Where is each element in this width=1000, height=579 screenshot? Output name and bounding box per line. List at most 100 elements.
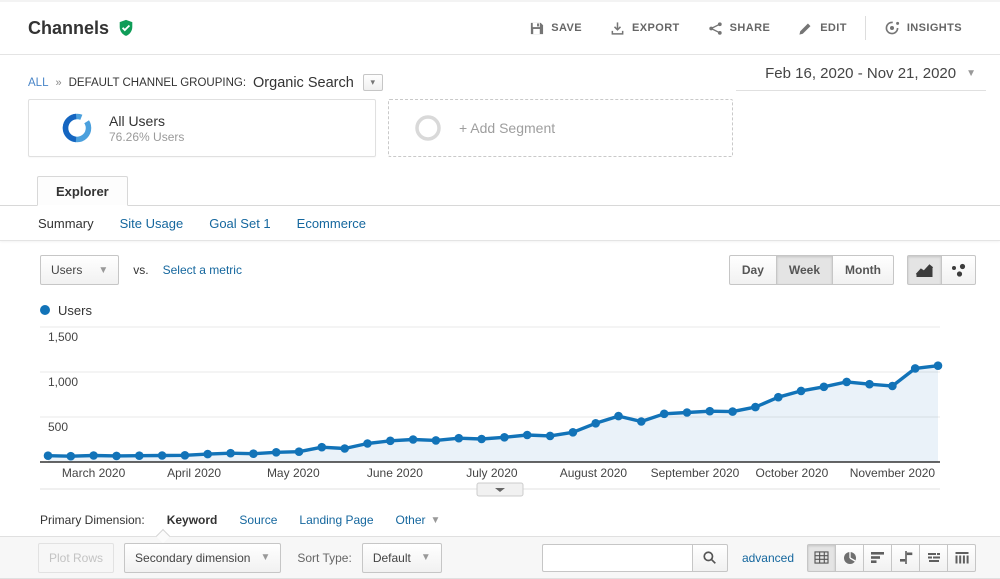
export-icon bbox=[610, 21, 625, 36]
edit-label: EDIT bbox=[820, 22, 847, 34]
metric-selector-dropdown[interactable]: Users ▼ bbox=[40, 255, 119, 285]
svg-text:May 2020: May 2020 bbox=[267, 466, 320, 480]
segment-title: All Users bbox=[109, 112, 184, 131]
svg-text:1,500: 1,500 bbox=[48, 330, 78, 344]
sort-type-value: Default bbox=[373, 551, 411, 565]
comparison-view-button[interactable] bbox=[891, 544, 920, 572]
plot-rows-button[interactable]: Plot Rows bbox=[38, 543, 114, 573]
report-subnav: Summary Site Usage Goal Set 1 Ecommerce bbox=[0, 206, 1000, 241]
breadcrumb-all-link[interactable]: ALL bbox=[28, 77, 48, 89]
granularity-week-button[interactable]: Week bbox=[776, 255, 833, 285]
segments-row: All Users 76.26% Users + Add Segment bbox=[0, 93, 1000, 171]
share-button[interactable]: SHARE bbox=[694, 21, 785, 36]
motion-chart-type-button[interactable] bbox=[941, 255, 976, 285]
svg-text:April 2020: April 2020 bbox=[167, 466, 221, 480]
primary-dimension-row: Primary Dimension: Keyword Source Landin… bbox=[0, 503, 1000, 536]
svg-text:July 2020: July 2020 bbox=[466, 466, 518, 480]
segment-subtitle: 76.26% Users bbox=[109, 130, 184, 144]
share-icon bbox=[708, 21, 723, 36]
table-search-button[interactable] bbox=[692, 544, 728, 572]
channel-grouping-value: Organic Search bbox=[253, 75, 354, 91]
page-title-text: Channels bbox=[28, 18, 109, 39]
date-range-picker[interactable]: Feb 16, 2020 - Nov 21, 2020 ▼ bbox=[736, 63, 986, 91]
secondary-dimension-caret-icon: ▼ bbox=[260, 552, 270, 563]
subnav-summary[interactable]: Summary bbox=[38, 216, 94, 231]
primary-dimension-source[interactable]: Source bbox=[239, 513, 277, 527]
date-range-text: Feb 16, 2020 - Nov 21, 2020 bbox=[765, 65, 956, 82]
primary-dimension-other-label: Other bbox=[396, 513, 426, 527]
granularity-day-button[interactable]: Day bbox=[729, 255, 777, 285]
table-grid-icon bbox=[814, 551, 829, 564]
pivot-view-button[interactable] bbox=[947, 544, 976, 572]
primary-dimension-landing-page[interactable]: Landing Page bbox=[299, 513, 373, 527]
line-chart-icon bbox=[915, 263, 934, 278]
term-cloud-view-button[interactable] bbox=[919, 544, 948, 572]
save-button[interactable]: SAVE bbox=[515, 21, 596, 36]
channel-grouping-label: DEFAULT CHANNEL GROUPING: bbox=[69, 77, 246, 89]
insights-button[interactable]: INSIGHTS bbox=[870, 20, 976, 36]
svg-text:October 2020: October 2020 bbox=[756, 466, 829, 480]
tab-explorer[interactable]: Explorer bbox=[37, 176, 128, 206]
svg-text:1,000: 1,000 bbox=[48, 375, 78, 389]
primary-dimension-label: Primary Dimension: bbox=[40, 513, 145, 527]
subnav-goal-set-1[interactable]: Goal Set 1 bbox=[209, 216, 270, 231]
add-segment-button[interactable]: + Add Segment bbox=[388, 99, 733, 157]
verified-shield-icon bbox=[117, 19, 135, 37]
search-icon bbox=[702, 550, 717, 565]
table-view-toggle bbox=[808, 544, 976, 572]
export-button[interactable]: EXPORT bbox=[596, 21, 694, 36]
table-toolbar: Plot Rows Secondary dimension ▼ Sort Typ… bbox=[0, 536, 1000, 579]
table-search-input[interactable] bbox=[542, 544, 692, 572]
breadcrumb: ALL » DEFAULT CHANNEL GROUPING: Organic … bbox=[28, 74, 383, 91]
chart-canvas: 500 1,000 1,500 March 2020 April 2020 May 202… bbox=[0, 319, 1000, 503]
pie-chart-icon bbox=[843, 551, 857, 565]
users-over-time-chart[interactable]: 500 1,000 1,500 March 2020 April 2020 May 202… bbox=[0, 319, 1000, 503]
edit-button[interactable]: EDIT bbox=[784, 21, 861, 36]
svg-text:November 2020: November 2020 bbox=[850, 466, 936, 480]
svg-text:March 2020: March 2020 bbox=[62, 466, 126, 480]
date-range-caret-icon: ▼ bbox=[966, 68, 976, 79]
secondary-dimension-label: Secondary dimension bbox=[135, 551, 250, 565]
segment-all-users[interactable]: All Users 76.26% Users bbox=[28, 99, 376, 157]
granularity-toggle: Day Week Month bbox=[730, 255, 894, 285]
breadcrumb-row: ALL » DEFAULT CHANNEL GROUPING: Organic … bbox=[0, 55, 1000, 93]
chart-type-toggle bbox=[908, 255, 976, 285]
motion-chart-icon bbox=[950, 263, 967, 278]
svg-text:500: 500 bbox=[48, 420, 68, 434]
vs-label: vs. bbox=[133, 263, 148, 277]
primary-dimension-other[interactable]: Other ▼ bbox=[396, 513, 441, 527]
metric-controls: Users ▼ vs. Select a metric Day Week Mon… bbox=[0, 241, 1000, 293]
users-legend-dot-icon bbox=[40, 305, 50, 315]
segment-donut-icon bbox=[61, 112, 93, 144]
bar-chart-icon bbox=[871, 551, 885, 564]
sort-type-dropdown[interactable]: Default ▼ bbox=[362, 543, 442, 573]
line-chart-type-button[interactable] bbox=[907, 255, 942, 285]
percentage-view-button[interactable] bbox=[835, 544, 864, 572]
secondary-dimension-dropdown[interactable]: Secondary dimension ▼ bbox=[124, 543, 281, 573]
subnav-ecommerce[interactable]: Ecommerce bbox=[297, 216, 366, 231]
granularity-month-button[interactable]: Month bbox=[832, 255, 894, 285]
channel-grouping-dropdown[interactable]: ▾ bbox=[363, 74, 383, 91]
table-view-button[interactable] bbox=[807, 544, 836, 572]
chart-legend: Users bbox=[0, 293, 1000, 319]
header-actions: SAVE EXPORT SHARE EDIT INSIGHTS bbox=[515, 16, 976, 40]
report-header: Channels SAVE EXPORT SHARE bbox=[0, 0, 1000, 55]
save-icon bbox=[529, 21, 544, 36]
primary-dimension-keyword[interactable]: Keyword bbox=[167, 513, 218, 527]
add-segment-label: + Add Segment bbox=[459, 120, 555, 136]
subnav-site-usage[interactable]: Site Usage bbox=[120, 216, 184, 231]
svg-text:June 2020: June 2020 bbox=[367, 466, 423, 480]
add-segment-circle-icon bbox=[413, 113, 443, 143]
explorer-tab-bar: Explorer bbox=[0, 175, 1000, 206]
header-divider bbox=[865, 16, 866, 40]
term-cloud-icon bbox=[927, 551, 941, 564]
advanced-search-link[interactable]: advanced bbox=[742, 551, 794, 565]
export-label: EXPORT bbox=[632, 22, 680, 34]
svg-text:September 2020: September 2020 bbox=[651, 466, 740, 480]
sort-type-caret-icon: ▼ bbox=[421, 552, 431, 563]
breadcrumb-separator: » bbox=[55, 77, 61, 89]
select-a-metric-link[interactable]: Select a metric bbox=[163, 263, 242, 277]
share-label: SHARE bbox=[730, 22, 771, 34]
other-caret-icon: ▼ bbox=[431, 515, 441, 526]
performance-view-button[interactable] bbox=[863, 544, 892, 572]
